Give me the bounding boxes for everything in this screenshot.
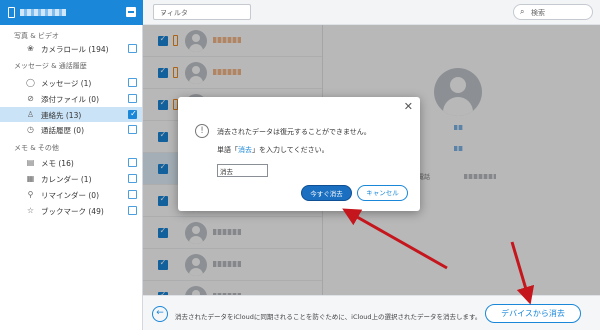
sidebar-item-attachments[interactable]: ⊘ 添付ファイル (0)	[0, 91, 142, 106]
checkbox[interactable]	[128, 78, 137, 87]
clock-icon: ◷	[27, 125, 34, 134]
note-icon: ▤	[26, 158, 35, 167]
checkbox[interactable]	[128, 190, 137, 199]
device-name	[20, 9, 66, 16]
back-arrow-icon[interactable]: ←	[152, 306, 168, 322]
sidebar-item-call-history[interactable]: ◷ 通話履歴 (0)	[0, 122, 142, 137]
sidebar-item-calendar[interactable]: ▦ カレンダー (1)	[0, 171, 142, 186]
sidebar-item-label: 添付ファイル (0)	[41, 95, 100, 104]
sidebar-item-label: 通話履歴 (0)	[41, 126, 85, 135]
sidebar-item-label: メッセージ (1)	[41, 79, 92, 88]
erase-from-device-button[interactable]: デバイスから消去	[485, 304, 581, 323]
instruction-keyword: 消去	[238, 146, 252, 154]
bookmark-icon: ☆	[26, 206, 35, 215]
dialog-message: 消去されたデータは復元することができません。	[217, 128, 371, 136]
sidebar-item-label: ブックマーク (49)	[41, 207, 104, 216]
close-icon[interactable]: ✕	[404, 100, 413, 113]
paperclip-icon: ⊘	[27, 94, 34, 103]
sidebar-item-messages[interactable]: ◯ メッセージ (1)	[0, 75, 142, 90]
instruction-suffix: 」を入力してください。	[252, 146, 329, 154]
section-messages: メッセージ & 通話履歴	[14, 62, 87, 70]
sidebar-item-label: 連絡先 (13)	[41, 111, 82, 120]
search-icon: ⌕	[520, 7, 525, 16]
calendar-icon: ▦	[26, 174, 35, 183]
collapse-button[interactable]	[126, 7, 136, 17]
filter-dropdown[interactable]: フィルタ ⌄	[153, 4, 251, 20]
sidebar-item-contacts[interactable]: ♙ 連絡先 (13)	[0, 107, 142, 122]
message-icon: ◯	[26, 78, 35, 87]
checkbox[interactable]	[128, 158, 137, 167]
sidebar-item-label: カメラロール (194)	[41, 45, 109, 54]
sidebar: 写真 & ビデオ ❀ カメラロール (194) メッセージ & 通話履歴 ◯ メ…	[0, 0, 143, 330]
sidebar-item-reminder[interactable]: ⚲ リマインダー (0)	[0, 187, 142, 202]
checkbox[interactable]	[128, 174, 137, 183]
contact-icon: ♙	[26, 110, 35, 119]
chevron-down-icon: ⌄	[160, 7, 167, 16]
section-photos: 写真 & ビデオ	[14, 32, 59, 40]
search-placeholder: 検索	[531, 9, 545, 17]
sidebar-item-memo[interactable]: ▤ メモ (16)	[0, 155, 142, 170]
confirm-word-input[interactable]	[217, 164, 268, 177]
phone-icon	[8, 7, 15, 18]
checkbox[interactable]	[128, 206, 137, 215]
checkbox[interactable]	[128, 44, 137, 53]
sidebar-item-label: リマインダー (0)	[41, 191, 100, 200]
checkbox[interactable]	[128, 125, 137, 134]
dialog-instruction: 単語「消去」を入力してください。	[217, 145, 329, 155]
search-input[interactable]: ⌕ 検索	[513, 4, 593, 20]
warning-icon: !	[195, 124, 209, 138]
erase-now-button[interactable]: 今すぐ消去	[301, 185, 352, 201]
checkbox[interactable]	[128, 109, 138, 119]
checkbox[interactable]	[128, 94, 137, 103]
confirm-erase-dialog: ✕ ! 消去されたデータは復元することができません。 単語「消去」を入力してくだ…	[178, 97, 420, 211]
device-header[interactable]	[0, 0, 143, 25]
toolbar: フィルタ ⌄ ⌕ 検索	[143, 0, 600, 25]
sidebar-item-label: カレンダー (1)	[41, 175, 92, 184]
bottom-bar: ← 消去されたデータをiCloudに同期されることを防ぐために、iCloud上の…	[143, 295, 600, 330]
icloud-notice: 消去されたデータをiCloudに同期されることを防ぐために、iCloud上の選択…	[175, 313, 482, 321]
reminder-icon: ⚲	[27, 190, 34, 199]
sidebar-item-bookmark[interactable]: ☆ ブックマーク (49)	[0, 203, 142, 218]
sidebar-item-label: メモ (16)	[41, 159, 74, 168]
cancel-button[interactable]: キャンセル	[357, 185, 408, 201]
instruction-prefix: 単語「	[217, 146, 238, 154]
sidebar-item-camera-roll[interactable]: ❀ カメラロール (194)	[0, 41, 142, 56]
photo-icon: ❀	[27, 44, 34, 53]
section-memo: メモ & その他	[14, 144, 59, 152]
